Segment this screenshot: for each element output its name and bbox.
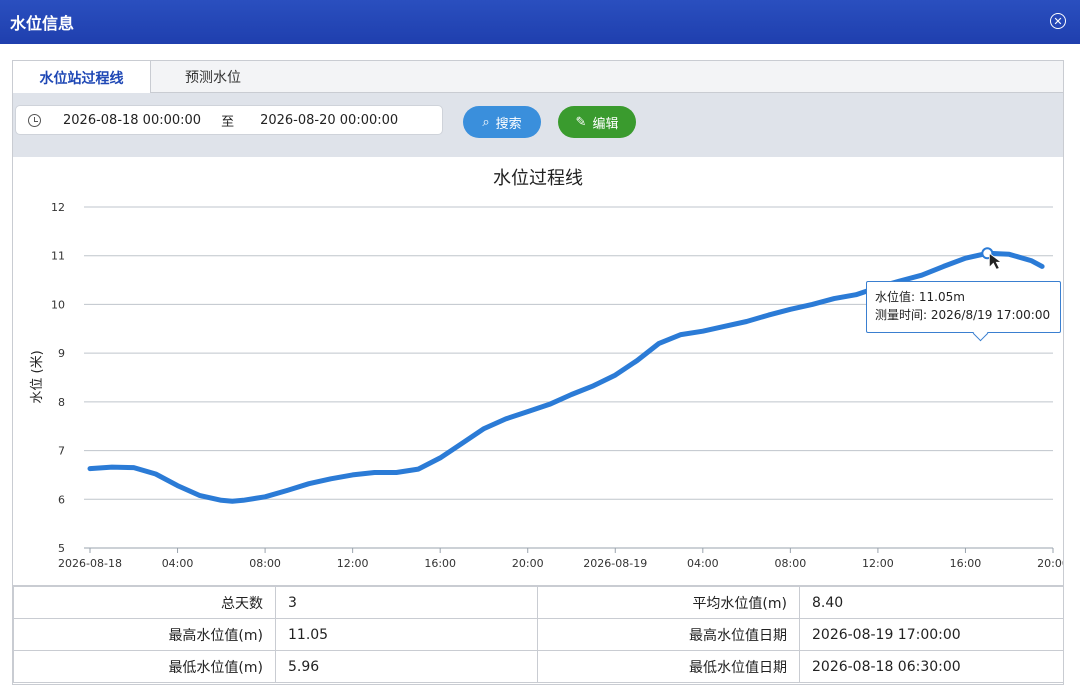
y-tick-label: 11 bbox=[51, 250, 65, 263]
tab-forecast-level[interactable]: 预测水位 bbox=[153, 61, 273, 93]
y-tick-label: 10 bbox=[51, 298, 65, 311]
window-title: 水位信息 bbox=[10, 14, 75, 33]
total-days-value: 3 bbox=[275, 586, 538, 619]
tab-bar: 水位站过程线 预测水位 bbox=[13, 61, 1063, 94]
y-tick-label: 6 bbox=[58, 493, 65, 506]
end-date[interactable]: 2026-08-20 00:00:00 bbox=[260, 113, 398, 128]
x-tick-label: 20:00 bbox=[1037, 557, 1063, 570]
x-tick-label: 12:00 bbox=[337, 557, 369, 570]
date-separator: 至 bbox=[221, 114, 235, 130]
x-tick-label: 16:00 bbox=[424, 557, 456, 570]
x-tick-label: 16:00 bbox=[950, 557, 982, 570]
y-tick-label: 5 bbox=[58, 542, 65, 555]
toolbar: 2026-08-18 00:00:00 至 2026-08-20 00:00:0… bbox=[13, 93, 1063, 157]
min-level-value: 5.96 bbox=[275, 650, 538, 683]
date-range-picker[interactable]: 2026-08-18 00:00:00 至 2026-08-20 00:00:0… bbox=[15, 105, 443, 135]
edit-button-label: 编辑 bbox=[592, 116, 619, 132]
avg-level-label: 平均水位值(m) bbox=[537, 586, 800, 619]
clock-icon bbox=[28, 113, 41, 127]
x-tick-label: 20:00 bbox=[512, 557, 544, 570]
x-tick-label: 2026-08-19 bbox=[583, 557, 647, 570]
search-icon: ⌕ bbox=[482, 114, 490, 130]
y-tick-label: 8 bbox=[58, 396, 65, 409]
min-level-date-value: 2026-08-18 06:30:00 bbox=[799, 650, 1064, 683]
max-level-value: 11.05 bbox=[275, 618, 538, 651]
max-level-label: 最高水位值(m) bbox=[13, 618, 276, 651]
table-row: 总天数 3 平均水位值(m) 8.40 bbox=[13, 586, 1064, 619]
y-tick-label: 9 bbox=[58, 347, 65, 360]
start-date[interactable]: 2026-08-18 00:00:00 bbox=[63, 113, 201, 128]
table-row: 最高水位值(m) 11.05 最高水位值日期 2026-08-19 17:00:… bbox=[13, 618, 1064, 651]
table-row: 最低水位值(m) 5.96 最低水位值日期 2026-08-18 06:30:0… bbox=[13, 650, 1064, 683]
x-tick-label: 08:00 bbox=[249, 557, 281, 570]
search-button[interactable]: ⌕ 搜索 bbox=[463, 106, 541, 138]
min-level-date-label: 最低水位值日期 bbox=[537, 650, 800, 683]
chart-title: 水位过程线 bbox=[493, 168, 583, 189]
search-button-label: 搜索 bbox=[495, 116, 522, 132]
statistics-table: 总天数 3 平均水位值(m) 8.40 最高水位值(m) 11.05 最高水位值… bbox=[13, 585, 1064, 685]
y-tick-label: 12 bbox=[51, 201, 65, 214]
edit-button[interactable]: ✎ 编辑 bbox=[558, 106, 636, 138]
max-level-date-label: 最高水位值日期 bbox=[537, 618, 800, 651]
close-icon[interactable]: ✕ bbox=[1050, 13, 1066, 29]
avg-level-value: 8.40 bbox=[799, 586, 1064, 619]
x-tick-label: 04:00 bbox=[687, 557, 719, 570]
chart-tooltip: 水位值: 11.05m 测量时间: 2026/8/19 17:00:00 bbox=[866, 281, 1061, 333]
chart-svg: 水位过程线水位 (米) 5 6 7 8 9 10 11 12 2026-08-18 04:00 08:… bbox=[30, 168, 1063, 570]
main-panel: 水位站过程线 预测水位 2026-08-18 00:00:00 至 2026-0… bbox=[12, 60, 1064, 685]
tooltip-time: 测量时间: 2026/8/19 17:00:00 bbox=[875, 308, 1051, 322]
tab-station-hydrograph[interactable]: 水位站过程线 bbox=[13, 61, 151, 94]
pencil-icon: ✎ bbox=[575, 114, 587, 130]
y-axis-label: 水位 (米) bbox=[30, 350, 45, 403]
x-tick-label: 08:00 bbox=[775, 557, 807, 570]
water-level-chart: 水位过程线水位 (米) 5 6 7 8 9 10 11 12 2026-08-18 04:00 08:… bbox=[13, 157, 1063, 585]
min-level-label: 最低水位值(m) bbox=[13, 650, 276, 683]
total-days-label: 总天数 bbox=[13, 586, 276, 619]
x-tick-label: 2026-08-18 bbox=[58, 557, 122, 570]
tooltip-value: 水位值: 11.05m bbox=[875, 290, 965, 304]
window-titlebar: 水位信息 ✕ bbox=[0, 0, 1080, 44]
max-level-date-value: 2026-08-19 17:00:00 bbox=[799, 618, 1064, 651]
x-tick-label: 12:00 bbox=[862, 557, 894, 570]
x-tick-label: 04:00 bbox=[162, 557, 194, 570]
y-tick-label: 7 bbox=[58, 445, 65, 458]
